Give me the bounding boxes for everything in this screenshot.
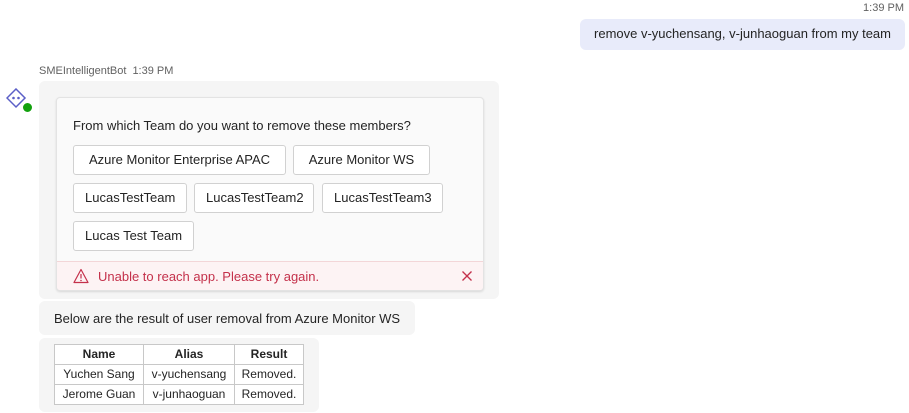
team-option-azure-monitor-ws[interactable]: Azure Monitor WS xyxy=(293,145,430,175)
cell-alias: v-yuchensang xyxy=(143,364,235,385)
table-row: Yuchen Sang v-yuchensang Removed. xyxy=(54,364,304,385)
team-option-lucastestteam3[interactable]: LucasTestTeam3 xyxy=(322,183,443,213)
result-message-bubble: Below are the result of user removal fro… xyxy=(39,301,416,335)
adaptive-card: From which Team do you want to remove th… xyxy=(56,97,484,291)
team-option-lucas-test-team[interactable]: Lucas Test Team xyxy=(73,221,194,251)
team-option-azure-monitor-enterprise-apac[interactable]: Azure Monitor Enterprise APAC xyxy=(73,145,286,175)
cell-name: Jerome Guan xyxy=(54,384,144,405)
user-message-bubble: remove v-yuchensang, v-junhaoguan from m… xyxy=(580,19,905,50)
cell-result: Removed. xyxy=(234,384,304,405)
bot-name: SMEIntelligentBot xyxy=(39,65,127,77)
cell-alias: v-junhaoguan xyxy=(143,384,235,405)
cell-name: Yuchen Sang xyxy=(54,364,144,385)
error-bar: Unable to reach app. Please try again. xyxy=(57,261,483,290)
card-question: From which Team do you want to remove th… xyxy=(73,118,411,133)
column-header-alias: Alias xyxy=(143,344,235,365)
bot-status-indicator xyxy=(22,102,33,113)
warning-icon xyxy=(73,268,89,284)
result-table: Name Alias Result Yuchen Sang v-yuchensa… xyxy=(54,344,304,405)
column-header-result: Result xyxy=(234,344,304,365)
team-option-lucastestteam2[interactable]: LucasTestTeam2 xyxy=(194,183,314,213)
table-row: Jerome Guan v-junhaoguan Removed. xyxy=(54,384,304,405)
bot-avatar[interactable] xyxy=(5,87,33,113)
error-message: Unable to reach app. Please try again. xyxy=(98,269,320,284)
user-message-time: 1:39 PM xyxy=(863,2,904,14)
cell-result: Removed. xyxy=(234,364,304,385)
team-option-lucastestteam[interactable]: LucasTestTeam xyxy=(73,183,187,213)
column-header-name: Name xyxy=(54,344,144,365)
table-header-row: Name Alias Result xyxy=(54,344,304,365)
bot-header: SMEIntelligentBot 1:39 PM xyxy=(39,65,173,77)
close-icon[interactable] xyxy=(459,268,475,284)
bot-message-time: 1:39 PM xyxy=(132,65,174,77)
